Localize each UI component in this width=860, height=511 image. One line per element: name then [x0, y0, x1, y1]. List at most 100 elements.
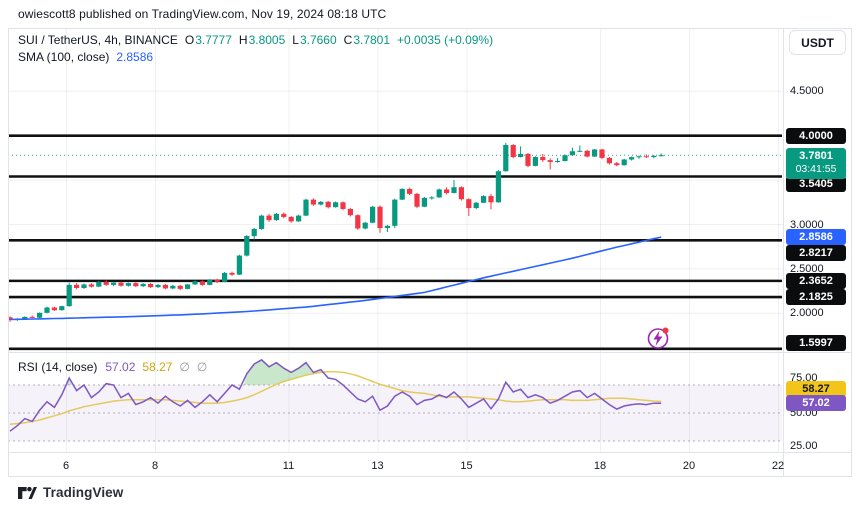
- candle-body: [533, 157, 538, 166]
- sma-legend: SMA (100, close) 2.8586: [18, 50, 153, 64]
- candle-body: [340, 202, 345, 209]
- candle-body: [266, 216, 271, 220]
- candle-body: [511, 145, 516, 157]
- candle-body: [67, 285, 72, 306]
- candle-body: [437, 189, 442, 197]
- price-level-badge: 4.0000: [786, 128, 846, 144]
- candle-body: [377, 207, 382, 228]
- candle-body: [570, 151, 575, 155]
- main-pane[interactable]: [7, 136, 783, 349]
- candle-body: [155, 285, 160, 287]
- price-change: +0.0035 (+0.09%): [397, 33, 493, 47]
- sma-value: 2.8586: [116, 50, 153, 64]
- candle-body: [207, 280, 212, 285]
- ohlc-value: 3.7801: [353, 33, 390, 47]
- candle-body: [614, 163, 619, 165]
- sma-value-badge: 2.8586: [786, 229, 846, 245]
- candle-body: [185, 284, 190, 288]
- candles: [7, 143, 663, 322]
- tradingview-chart-widget: owiescott8 published on TradingView.com,…: [0, 0, 860, 511]
- candle-body: [311, 200, 316, 205]
- ohlc-value: 3.7660: [300, 33, 337, 47]
- candle-body: [363, 223, 368, 229]
- candle-body: [644, 156, 649, 157]
- rsi-value-badge: 57.02: [786, 395, 846, 411]
- time-axis-label: 15: [460, 460, 472, 472]
- candle-body: [651, 156, 656, 157]
- tradingview-logo-text[interactable]: TradingView: [43, 485, 123, 500]
- candle-body: [562, 155, 567, 161]
- symbol-title[interactable]: SUI / TetherUS, 4h, BINANCE: [18, 33, 178, 47]
- candle-body: [629, 157, 634, 159]
- candle-body: [422, 198, 427, 207]
- sma-line: [10, 237, 661, 319]
- candle-body: [281, 214, 286, 217]
- candle-body: [585, 151, 590, 157]
- price-tick-label: 4.5000: [790, 85, 824, 97]
- rsi-empty-slot-icon: ∅: [197, 360, 207, 374]
- candle-body: [370, 207, 375, 223]
- ohlc-values: O3.7777H3.8005L3.7660C3.7801: [178, 33, 390, 47]
- flash-event-icon[interactable]: [649, 328, 669, 349]
- ohlc-value: 3.8005: [249, 33, 286, 47]
- ohlc-key: O: [185, 33, 194, 47]
- candle-body: [96, 282, 101, 287]
- candle-body: [44, 308, 49, 313]
- candle-body: [222, 273, 227, 282]
- candle-body: [407, 189, 412, 194]
- sma-label: SMA (100, close): [18, 50, 109, 64]
- time-axis-label: 13: [371, 460, 383, 472]
- candle-body: [592, 149, 597, 156]
- price-level-badge: 2.3652: [786, 273, 846, 289]
- candle-body: [259, 216, 264, 229]
- candle-body: [170, 286, 175, 289]
- ohlc-key: C: [344, 33, 353, 47]
- candle-body: [636, 156, 641, 157]
- candle-body: [289, 217, 294, 221]
- chart-canvas[interactable]: [0, 0, 860, 511]
- candle-body: [37, 313, 42, 318]
- candle-body: [392, 200, 397, 226]
- candle-body: [503, 145, 508, 171]
- time-axis[interactable]: 68111315182022: [8, 452, 783, 477]
- candle-body: [607, 158, 612, 163]
- candle-body: [355, 215, 360, 228]
- candle-body: [141, 284, 146, 286]
- candle-body: [89, 284, 94, 286]
- candle-body: [244, 236, 249, 256]
- candle-body: [252, 229, 257, 236]
- ohlc-key: L: [292, 33, 299, 47]
- candle-body: [525, 154, 530, 166]
- candle-body: [348, 209, 353, 215]
- candle-body: [659, 155, 664, 156]
- candle-body: [303, 200, 308, 216]
- candle-body: [474, 203, 479, 208]
- candle-body: [496, 171, 501, 202]
- candle-body: [333, 202, 338, 207]
- candle-body: [466, 199, 471, 208]
- last-price-value: 3.7801: [799, 150, 833, 162]
- bar-countdown: 03:41:55: [786, 163, 846, 176]
- rsi-legend: RSI (14, close)57.0258.27∅∅: [18, 360, 207, 374]
- candle-body: [444, 189, 449, 193]
- candle-body: [178, 286, 183, 289]
- last-price-badge: 3.780103:41:55: [786, 148, 846, 179]
- candle-body: [385, 226, 390, 228]
- candle-body: [296, 216, 301, 222]
- candle-body: [488, 196, 493, 202]
- candle-body: [118, 283, 123, 286]
- candle-body: [540, 157, 545, 160]
- candle-body: [548, 160, 553, 162]
- candle-body: [200, 281, 205, 285]
- price-axis[interactable]: 4.50003.00002.50002.00004.00003.54052.82…: [784, 28, 852, 452]
- candle-body: [104, 282, 109, 285]
- candle-body: [111, 283, 116, 285]
- candle-body: [148, 284, 153, 287]
- rsi-ma-value: 58.27: [142, 360, 172, 374]
- candle-body: [163, 285, 168, 289]
- symbol-legend: SUI / TetherUS, 4h, BINANCEO3.7777H3.800…: [18, 33, 493, 47]
- candle-body: [414, 194, 419, 207]
- tradingview-logo-icon[interactable]: [18, 486, 37, 500]
- ohlc-value: 3.7777: [195, 33, 232, 47]
- notification-dot: [663, 328, 669, 334]
